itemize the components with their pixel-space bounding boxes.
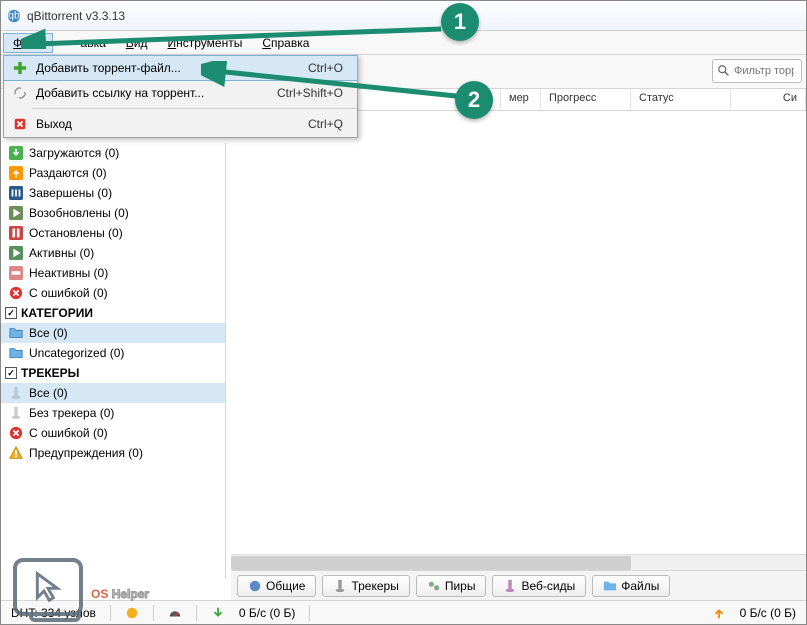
filter-input[interactable] (734, 65, 794, 77)
sidebar: Загружаются (0) Раздаются (0) Завершены … (1, 143, 226, 579)
menu-tools[interactable]: Инструменты (158, 33, 253, 53)
col-size[interactable]: мер (501, 89, 541, 110)
title-bar: qb qBittorrent v3.3.13 (1, 1, 806, 31)
play-icon (9, 206, 23, 220)
menu-bar: Файл авка Вид Инструменты Справка (1, 31, 806, 55)
tracker-all[interactable]: Все (0) (1, 383, 225, 403)
tab-general[interactable]: Общие (237, 575, 316, 597)
tracker-none[interactable]: Без трекера (0) (1, 403, 225, 423)
filter-search[interactable] (712, 59, 802, 83)
watermark: OS Helper (13, 558, 149, 616)
col-seeds[interactable]: Си (731, 89, 806, 110)
tracker-error[interactable]: С ошибкой (0) (1, 423, 225, 443)
menu-add-torrent-file[interactable]: Добавить торрент-файл... Ctrl+O (3, 55, 358, 81)
annotation-callout-1: 1 (441, 3, 479, 41)
file-menu-dropdown: Добавить торрент-файл... Ctrl+O Добавить… (3, 55, 358, 138)
download-speed: 0 Б/с (0 Б) (239, 606, 295, 620)
app-icon: qb (7, 9, 21, 23)
filter-errored[interactable]: С ошибкой (0) (1, 283, 225, 303)
tab-webseeds[interactable]: Веб-сиды (492, 575, 586, 597)
category-uncategorized[interactable]: Uncategorized (0) (1, 343, 225, 363)
pause-icon (9, 226, 23, 240)
error-icon (9, 426, 23, 440)
menu-help[interactable]: Справка (252, 33, 319, 53)
cursor-logo-icon (13, 558, 83, 616)
menu-view[interactable]: Вид (116, 33, 158, 53)
webseed-icon (503, 579, 517, 593)
folder-icon (9, 346, 23, 360)
peers-icon (427, 579, 441, 593)
filter-seeding[interactable]: Раздаются (0) (1, 163, 225, 183)
menu-file[interactable]: Файл (3, 33, 53, 53)
plus-icon (10, 61, 30, 75)
tracker-warning[interactable]: Предупреждения (0) (1, 443, 225, 463)
up-arrow-icon (712, 606, 726, 620)
tab-peers[interactable]: Пиры (416, 575, 487, 597)
tab-trackers[interactable]: Трекеры (322, 575, 409, 597)
checkbox-icon: ✓ (5, 307, 17, 319)
watermark-text: OS Helper (91, 568, 149, 607)
download-icon (9, 146, 23, 160)
tracker-icon (9, 386, 23, 400)
categories-header[interactable]: ✓КАТЕГОРИИ (1, 303, 225, 323)
folder-icon (603, 579, 617, 593)
tracker-icon (333, 579, 347, 593)
active-icon (9, 246, 23, 260)
bottom-tabs: Общие Трекеры Пиры Веб-сиды Файлы (231, 570, 806, 600)
filter-resumed[interactable]: Возобновлены (0) (1, 203, 225, 223)
filter-inactive[interactable]: Неактивны (0) (1, 263, 225, 283)
trackers-header[interactable]: ✓ТРЕКЕРЫ (1, 363, 225, 383)
upload-speed: 0 Б/с (0 Б) (740, 606, 796, 620)
filter-active[interactable]: Активны (0) (1, 243, 225, 263)
exit-icon (10, 117, 30, 131)
tracker-icon (9, 406, 23, 420)
menu-add-torrent-link[interactable]: Добавить ссылку на торрент... Ctrl+Shift… (4, 80, 357, 106)
col-progress[interactable]: Прогресс (541, 89, 631, 110)
category-all[interactable]: Все (0) (1, 323, 225, 343)
menu-edit[interactable]: авка (71, 33, 116, 53)
filter-completed[interactable]: Завершены (0) (1, 183, 225, 203)
filter-downloading[interactable]: Загружаются (0) (1, 143, 225, 163)
horizontal-scrollbar[interactable] (231, 554, 806, 570)
folder-icon (9, 326, 23, 340)
error-icon (9, 286, 23, 300)
menu-exit[interactable]: Выход Ctrl+Q (4, 111, 357, 137)
tab-files[interactable]: Файлы (592, 575, 670, 597)
annotation-callout-2: 2 (455, 81, 493, 119)
speed-icon (168, 606, 182, 620)
down-arrow-icon (211, 606, 225, 620)
col-status[interactable]: Статус (631, 89, 731, 110)
scrollbar-thumb[interactable] (231, 556, 631, 570)
info-icon (248, 579, 262, 593)
completed-icon (9, 186, 23, 200)
window-title: qBittorrent v3.3.13 (27, 9, 125, 23)
search-icon (717, 64, 731, 78)
menu-separator (32, 108, 357, 109)
torrent-list (231, 111, 806, 552)
filter-paused[interactable]: Остановлены (0) (1, 223, 225, 243)
link-icon (10, 86, 30, 100)
svg-text:qb: qb (8, 9, 20, 21)
warning-icon (9, 446, 23, 460)
upload-icon (9, 166, 23, 180)
inactive-icon (9, 266, 23, 280)
checkbox-icon: ✓ (5, 367, 17, 379)
